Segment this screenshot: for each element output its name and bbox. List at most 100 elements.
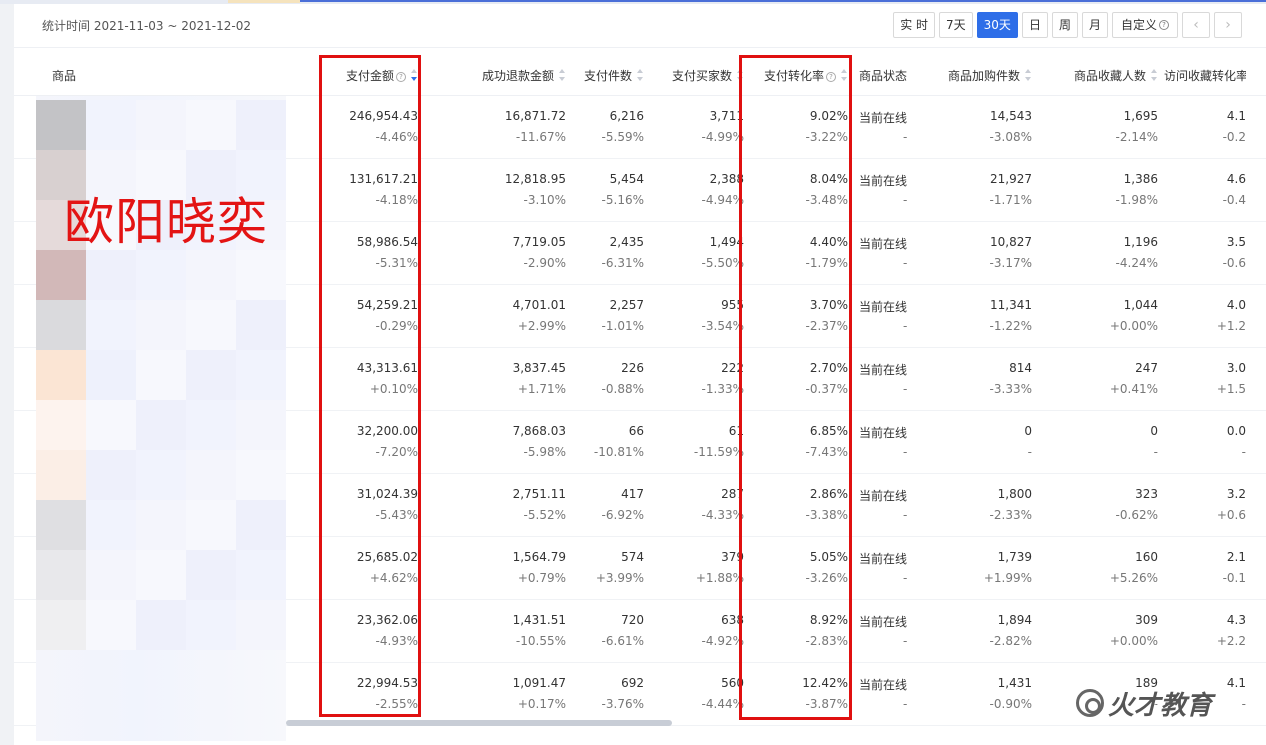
cell-value: 247 xyxy=(1135,361,1158,375)
cell-value: 12,818.95 xyxy=(504,172,566,186)
product-thumbnail[interactable] xyxy=(36,500,86,550)
cell-fav-buyers: 0- xyxy=(1044,411,1158,474)
cell-pay-items: 2,257 -1.01% xyxy=(572,285,644,348)
custom-range-button[interactable]: 自定义? xyxy=(1111,12,1178,38)
cell-value: 当前在线 xyxy=(859,678,907,692)
cell-value: 1,800 xyxy=(997,487,1032,501)
product-title-mask xyxy=(236,350,286,400)
cell-value: 21,927 xyxy=(990,172,1032,186)
cell-value: 3.5 xyxy=(1226,235,1246,249)
cell-change: -2.82% xyxy=(989,634,1032,648)
cell-change: -6.92% xyxy=(601,508,644,522)
cell-value: 1,196 xyxy=(1123,235,1158,249)
range-button-5[interactable]: 月 xyxy=(1081,12,1108,38)
cell-value: 1,894 xyxy=(997,613,1032,627)
cell-change: - xyxy=(1241,697,1246,711)
cell-value: 2,257 xyxy=(609,298,644,312)
cell-fav-buyers: 1,695 -2.14% xyxy=(1044,96,1158,159)
cell-change: -11.67% xyxy=(515,130,566,144)
range-button-0[interactable]: 实 时 xyxy=(893,12,936,38)
column-header-label: 商品 xyxy=(52,69,77,83)
sort-icon[interactable] xyxy=(1151,69,1158,81)
product-thumbnail[interactable] xyxy=(36,250,86,300)
cell-refund-amount: 12,818.95 -3.10% xyxy=(434,159,566,222)
cell-fav-buyers: 1,044 +0.00% xyxy=(1044,285,1158,348)
range-button-1[interactable]: 7天 xyxy=(939,12,973,38)
column-header-pay-buyers[interactable]: 支付买家数 xyxy=(650,56,744,96)
cell-change: -4.44% xyxy=(701,697,744,711)
cell-pay-items: 66 -10.81% xyxy=(572,411,644,474)
product-title-mask xyxy=(86,250,136,300)
cell-change: -5.59% xyxy=(601,130,644,144)
product-thumbnail[interactable] xyxy=(36,550,86,600)
cell-change: -3.10% xyxy=(523,193,566,207)
cell-value: 3.0 xyxy=(1226,361,1246,375)
product-thumbnail[interactable] xyxy=(36,300,86,350)
cell-change: - xyxy=(1027,445,1032,459)
cell-value: 当前在线 xyxy=(859,363,907,377)
cell-fav-buyers: 160 +5.26% xyxy=(1044,537,1158,600)
cell-change: +0.41% xyxy=(1109,382,1158,396)
cell-change: -1.33% xyxy=(701,382,744,396)
product-title-mask xyxy=(136,100,186,150)
product-thumbnail[interactable] xyxy=(36,600,86,650)
range-button-3[interactable]: 日 xyxy=(1021,12,1048,38)
product-title-mask xyxy=(136,600,186,650)
sort-icon[interactable] xyxy=(559,69,566,81)
product-title-mask xyxy=(236,100,286,150)
column-header-pay-items[interactable]: 支付件数 xyxy=(572,56,644,96)
product-thumbnail[interactable] xyxy=(36,400,86,450)
cell-cart-items: 1,894 -2.82% xyxy=(924,600,1032,663)
next-page-button[interactable]: › xyxy=(1214,12,1242,38)
product-title-mask xyxy=(86,500,136,550)
cell-cart-items: 0- xyxy=(924,411,1032,474)
top-strip-accent xyxy=(228,0,300,3)
product-thumbnail[interactable] xyxy=(36,100,86,150)
cell-change: -4.99% xyxy=(701,130,744,144)
cell-change: - xyxy=(903,697,907,711)
range-button-2[interactable]: 30天 xyxy=(976,12,1018,38)
cell-value: 226 xyxy=(621,361,644,375)
cell-change: +1.5 xyxy=(1216,382,1246,396)
sort-icon[interactable] xyxy=(637,69,644,81)
column-header-fav-buyers[interactable]: 商品收藏人数 xyxy=(1044,56,1158,96)
product-title-mask xyxy=(86,550,136,600)
cell-value: 10,827 xyxy=(990,235,1032,249)
cell-value: 当前在线 xyxy=(859,237,907,251)
column-header-refund-amount[interactable]: 成功退款金额 xyxy=(434,56,566,96)
product-thumbnail[interactable] xyxy=(36,450,86,500)
cell-change: -4.33% xyxy=(701,508,744,522)
column-header-cart-items[interactable]: 商品加购件数 xyxy=(924,56,1032,96)
range-button-4[interactable]: 周 xyxy=(1051,12,1078,38)
product-title-mask xyxy=(186,100,236,150)
cell-pay-buyers: 955 -3.54% xyxy=(650,285,744,348)
cell-fav-rate: 0.0 - xyxy=(1164,411,1246,474)
highlight-box-conv-rate xyxy=(739,55,852,720)
cell-change: +0.6 xyxy=(1216,508,1246,522)
product-title-mask xyxy=(186,550,236,600)
cell-value: 6,216 xyxy=(609,109,644,123)
cell-value: 1,431 xyxy=(997,676,1032,690)
cell-value: 3.2 xyxy=(1226,487,1246,501)
cell-pay-items: 6,216 -5.59% xyxy=(572,96,644,159)
cell-change: -6.31% xyxy=(601,256,644,270)
cell-value: 7,868.03 xyxy=(512,424,566,438)
cell-change: +1.99% xyxy=(983,571,1032,585)
cell-status: 当前在线 - xyxy=(859,600,907,663)
cell-refund-amount: 4,701.01 +2.99% xyxy=(434,285,566,348)
cell-fav-buyers: 309 +0.00% xyxy=(1044,600,1158,663)
prev-page-button[interactable]: ‹ xyxy=(1182,12,1210,38)
sort-icon[interactable] xyxy=(1025,69,1032,81)
cell-change: +0.00% xyxy=(1109,319,1158,333)
horizontal-scrollbar[interactable] xyxy=(286,720,672,726)
cell-pay-buyers: 379 +1.88% xyxy=(650,537,744,600)
cell-value: 11,341 xyxy=(990,298,1032,312)
cell-value: 417 xyxy=(621,487,644,501)
cell-value: 692 xyxy=(621,676,644,690)
cell-change: +1.2 xyxy=(1216,319,1246,333)
brand-text: 火才教育 xyxy=(1108,690,1213,721)
cell-change: +3.99% xyxy=(595,571,644,585)
cell-fav-rate: 3.2 +0.6 xyxy=(1164,474,1246,537)
cell-fav-buyers: 1,196 -4.24% xyxy=(1044,222,1158,285)
product-thumbnail[interactable] xyxy=(36,350,86,400)
